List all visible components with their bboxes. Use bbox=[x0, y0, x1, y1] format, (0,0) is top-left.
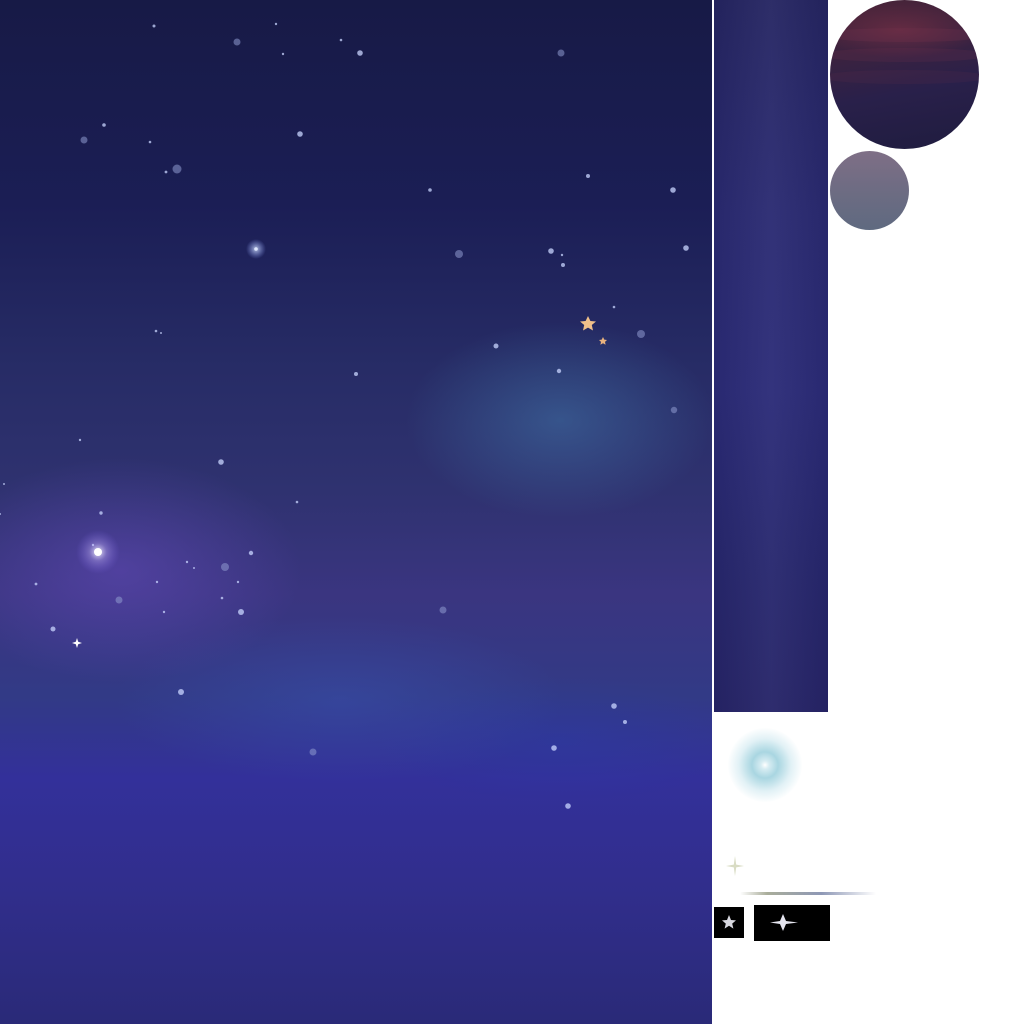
sprite-atlas bbox=[0, 0, 1024, 1024]
star-dot bbox=[295, 500, 299, 504]
star-dot bbox=[556, 368, 562, 374]
star-dot bbox=[683, 245, 689, 251]
star-dot bbox=[493, 343, 499, 349]
sparkle-tile bbox=[754, 905, 830, 941]
sparkle-icon bbox=[72, 638, 82, 648]
star-dot bbox=[238, 609, 244, 615]
planet-small bbox=[830, 151, 909, 230]
star-dot bbox=[281, 52, 285, 56]
star-dot bbox=[154, 329, 158, 333]
star-dot bbox=[50, 626, 56, 632]
star-dot bbox=[99, 511, 103, 515]
star-dot bbox=[339, 38, 343, 42]
star-dot bbox=[172, 164, 182, 174]
star-dot bbox=[218, 459, 224, 465]
star-dot bbox=[560, 253, 564, 257]
star-dot bbox=[297, 131, 303, 137]
star-dot bbox=[357, 50, 363, 56]
star-dot bbox=[0, 513, 1, 515]
star-dot bbox=[557, 49, 565, 57]
star-dot bbox=[78, 438, 82, 442]
star-dot bbox=[236, 580, 240, 584]
star-dot bbox=[102, 123, 106, 127]
star-dot bbox=[561, 263, 565, 267]
star-dot bbox=[162, 610, 166, 614]
star-dot bbox=[565, 803, 571, 809]
star-dot bbox=[152, 24, 156, 28]
star-dot bbox=[551, 745, 557, 751]
glow-orb bbox=[728, 728, 802, 802]
star-tile bbox=[714, 907, 744, 938]
planet-large bbox=[830, 0, 979, 149]
sparkle-icon bbox=[770, 914, 798, 931]
star-icon bbox=[580, 316, 596, 331]
star-dot bbox=[155, 580, 159, 584]
star-dot bbox=[185, 560, 189, 564]
star-dot bbox=[670, 406, 678, 414]
star-dot bbox=[309, 748, 317, 756]
star-dot bbox=[612, 305, 616, 309]
star-icon bbox=[722, 915, 736, 929]
star-dot bbox=[623, 720, 627, 724]
star-dot bbox=[3, 483, 5, 485]
star-dot bbox=[439, 606, 447, 614]
star-dot bbox=[164, 170, 168, 174]
star-dot bbox=[178, 689, 184, 695]
sparkle-small bbox=[725, 855, 745, 877]
star-dot bbox=[148, 140, 152, 144]
star-dot bbox=[670, 187, 676, 193]
star-dot bbox=[160, 332, 162, 334]
star-dot bbox=[34, 582, 38, 586]
starfield-background bbox=[0, 0, 712, 1024]
star-dot bbox=[80, 136, 88, 144]
star-dot bbox=[455, 250, 463, 258]
sparkle-icon bbox=[726, 856, 744, 876]
gradient-strip bbox=[714, 0, 828, 712]
star-dot bbox=[274, 22, 278, 26]
star-dot bbox=[637, 330, 645, 338]
star-dot bbox=[354, 372, 358, 376]
star-dot bbox=[220, 596, 224, 600]
star-icon bbox=[599, 337, 607, 345]
star-dot bbox=[193, 567, 195, 569]
star-dot bbox=[611, 703, 617, 709]
star-dot bbox=[248, 550, 254, 556]
star-dot bbox=[428, 188, 432, 192]
star-dot bbox=[221, 563, 229, 571]
streak-line bbox=[740, 892, 876, 895]
star-dot bbox=[115, 596, 123, 604]
star-dots bbox=[0, 22, 689, 809]
star-dot bbox=[548, 248, 554, 254]
star-dot bbox=[233, 38, 241, 46]
star-dot bbox=[586, 174, 590, 178]
